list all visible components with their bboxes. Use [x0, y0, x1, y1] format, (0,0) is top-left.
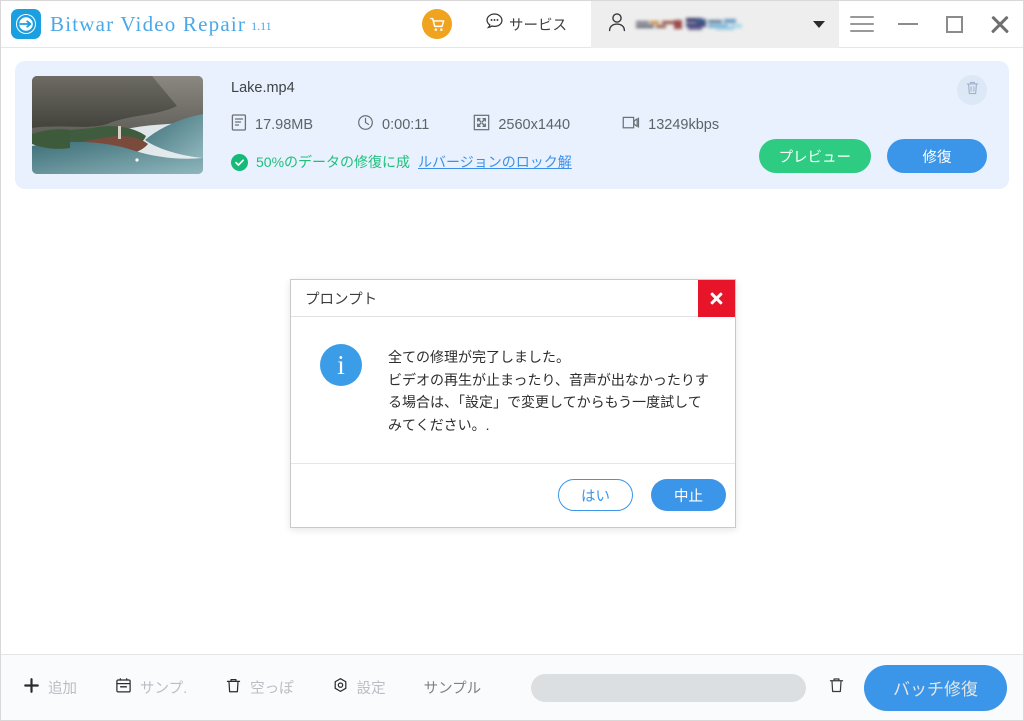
title-bar: Bitwar Video Repair 1.11 サービス [1, 1, 1023, 48]
sample-button[interactable]: サンプ. [115, 677, 187, 698]
dialog-body: i 全ての修理が完了しました。 ビデオの再生が止まったり、音声が出なかったりす … [291, 317, 735, 464]
preview-button[interactable]: プレビュー [759, 139, 872, 173]
dialog-close-button[interactable] [698, 280, 735, 317]
meta-duration-label: 0:00:11 [382, 117, 429, 133]
plus-icon [23, 677, 40, 698]
trash-icon [965, 80, 980, 101]
account-menu[interactable] [591, 1, 839, 48]
dialog-header: プロンプト [291, 280, 735, 317]
chat-bubble-icon [484, 11, 505, 37]
gear-icon [332, 677, 349, 698]
batch-repair-button[interactable]: バッチ修復 [864, 665, 1007, 711]
close-icon [709, 291, 724, 306]
clear-list-button[interactable]: 空っぽ [225, 677, 294, 698]
unlock-version-link[interactable]: ルバージョンのロック解 [418, 152, 572, 172]
clear-list-label: 空っぽ [250, 677, 294, 698]
dialog-title: プロンプト [291, 288, 377, 309]
sample-label: サンプ. [140, 677, 187, 698]
minimize-icon[interactable] [885, 1, 931, 48]
calendar-icon [115, 677, 132, 698]
hamburger-menu-icon[interactable] [839, 1, 885, 48]
close-icon[interactable] [977, 1, 1023, 48]
video-thumbnail[interactable] [32, 76, 203, 174]
check-circle-icon [231, 154, 248, 171]
video-camera-icon [622, 114, 640, 135]
meta-filesize: 17.98MB [231, 114, 313, 135]
dialog-message: 全ての修理が完了しました。 ビデオの再生が止まったり、音声が出なかったりす る場… [388, 344, 709, 437]
file-name: Lake.mp4 [231, 80, 719, 96]
dialog-confirm-button[interactable]: はい [558, 479, 633, 511]
resolution-icon [473, 114, 490, 135]
bottom-toolbar: 追加 サンプ. 空っぽ [1, 654, 1023, 720]
repair-button[interactable]: 修復 [887, 139, 987, 173]
add-file-button[interactable]: 追加 [23, 677, 77, 698]
chevron-down-icon[interactable] [813, 21, 825, 28]
batch-progress-bar [531, 674, 806, 702]
app-window: Bitwar Video Repair 1.11 サービス [0, 0, 1024, 721]
dialog-cancel-button[interactable]: 中止 [651, 479, 726, 511]
clock-icon [357, 114, 374, 135]
sample-text-link[interactable]: サンプル [424, 677, 482, 698]
status-text: 50%のデータの修復に成 [256, 152, 410, 172]
meta-resolution: 2560x1440 [473, 114, 570, 135]
maximize-icon[interactable] [931, 1, 977, 48]
shopping-cart-icon[interactable] [422, 9, 452, 39]
trash-icon [225, 677, 242, 698]
user-icon [607, 11, 627, 38]
file-meta-row: 17.98MB 0:00:11 [231, 114, 719, 135]
meta-bitrate: 13249kbps [622, 114, 719, 135]
status-row: 50%のデータの修復に成 ルバージョンのロック解 [231, 152, 719, 172]
account-name-redacted [636, 16, 776, 32]
document-icon [231, 114, 247, 135]
app-logo-icon [11, 9, 41, 39]
app-version: 1.11 [251, 19, 272, 37]
info-icon: i [320, 344, 362, 386]
dialog-footer: はい 中止 [291, 464, 735, 527]
settings-button[interactable]: 設定 [332, 677, 386, 698]
main-content: Lake.mp4 17.98MB [1, 48, 1023, 654]
file-card: Lake.mp4 17.98MB [15, 61, 1009, 189]
add-file-label: 追加 [48, 677, 77, 698]
service-button[interactable]: サービス [478, 5, 573, 43]
app-title-group: Bitwar Video Repair 1.11 [41, 12, 272, 37]
service-label: サービス [509, 14, 567, 35]
meta-duration: 0:00:11 [357, 114, 429, 135]
prompt-dialog: プロンプト i 全ての修理が完了しました。 ビデオの再生が止まったり、音声が出な… [290, 279, 736, 528]
app-title: Bitwar Video Repair [50, 12, 246, 37]
settings-label: 設定 [357, 677, 386, 698]
bottom-trash-icon[interactable] [828, 676, 845, 699]
file-meta: Lake.mp4 17.98MB [231, 76, 719, 172]
meta-resolution-label: 2560x1440 [498, 117, 570, 133]
delete-file-button[interactable] [957, 75, 987, 105]
meta-bitrate-label: 13249kbps [648, 117, 719, 133]
card-actions: プレビュー 修復 [759, 139, 988, 173]
meta-filesize-label: 17.98MB [255, 117, 313, 133]
